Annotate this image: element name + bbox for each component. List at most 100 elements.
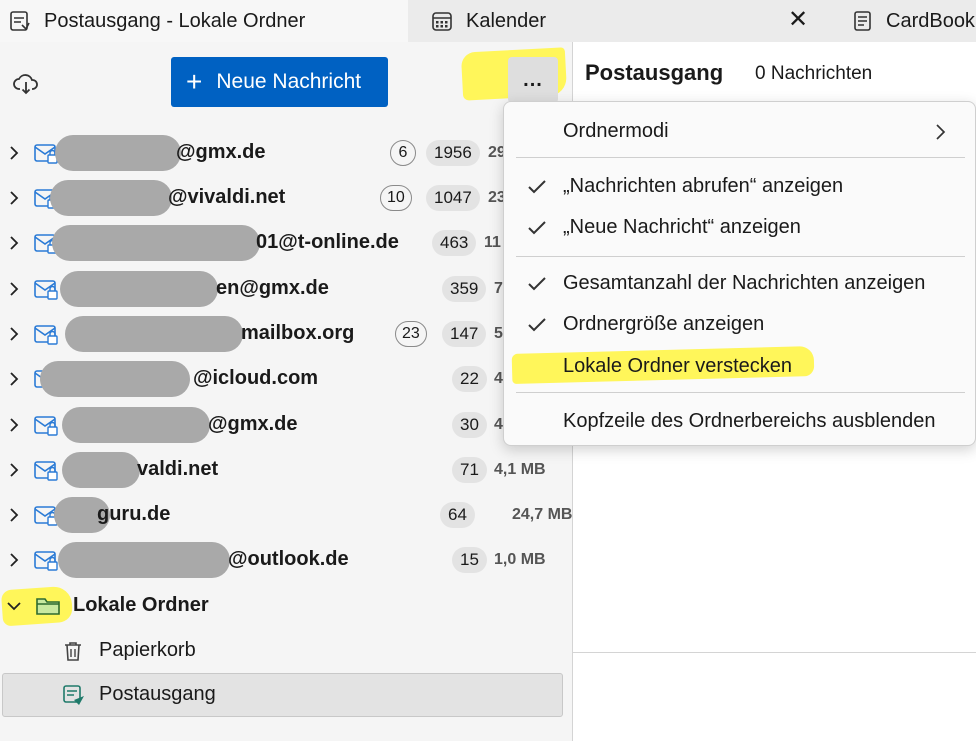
mail-account-icon — [34, 550, 60, 572]
total-count-badge: 463 — [432, 230, 477, 256]
chevron-right-icon[interactable] — [6, 371, 22, 387]
folder-size: 1,0 MB — [494, 551, 546, 568]
chevron-right-icon[interactable] — [6, 417, 22, 433]
chevron-right-icon[interactable] — [6, 145, 22, 161]
folder-label: Papierkorb — [99, 639, 196, 661]
get-messages-button[interactable] — [12, 70, 40, 98]
menu-item-ordnermodi[interactable]: Ordnermodi — [504, 112, 976, 152]
mail-account-icon — [34, 279, 60, 301]
total-count-badge: 1047 — [426, 185, 480, 211]
menu-item-label: Lokale Ordner verstecken — [563, 355, 793, 377]
menu-item-show-new-message[interactable]: „Neue Nachricht“ anzeigen — [504, 208, 976, 248]
total-count-badge: 71 — [452, 457, 487, 483]
chevron-right-icon[interactable] — [6, 190, 22, 206]
folder-size: 5 — [494, 325, 503, 342]
new-message-button[interactable]: + Neue Nachricht — [171, 57, 388, 107]
menu-item-label: Ordnergröße anzeigen — [563, 313, 765, 335]
account-name: @vivaldi.net — [168, 186, 286, 208]
folder-pane-options-menu: Ordnermodi „Nachrichten abrufen“ anzeige… — [503, 101, 976, 446]
mail-account-icon — [34, 460, 60, 482]
total-count-badge: 15 — [452, 547, 487, 573]
local-folders-row[interactable]: Lokale Ordner — [0, 583, 573, 628]
redacted-area — [55, 135, 181, 171]
checkmark-icon — [526, 273, 548, 295]
folder-header-count: 0 Nachrichten — [755, 63, 873, 84]
unread-count-badge: 10 — [380, 185, 412, 211]
chevron-right-icon[interactable] — [6, 235, 22, 251]
tab-bar: Postausgang - Lokale Ordner Kalender ✕ C… — [0, 0, 976, 42]
folder-pane-menu-button[interactable]: ... — [508, 57, 558, 103]
folder-size: 4 — [494, 416, 503, 433]
account-name: 01@t-online.de — [256, 231, 399, 253]
outbox-icon — [62, 684, 84, 706]
menu-item-show-total-count[interactable]: Gesamtanzahl der Nachrichten anzeigen — [504, 264, 976, 304]
chevron-right-icon[interactable] — [6, 552, 22, 568]
account-row[interactable]: guru.de 64 24,7 MB — [0, 493, 573, 538]
addressbook-icon — [850, 9, 874, 33]
total-count-badge: 147 — [442, 321, 487, 347]
menu-item-label: Kopfzeile des Ordnerbereichs ausblenden — [563, 410, 936, 432]
new-message-label: Neue Nachricht — [216, 70, 362, 93]
account-row[interactable]: mailbox.org 23 147 5 — [0, 312, 573, 357]
checkmark-icon — [526, 314, 548, 336]
folder-header-title: Postausgang — [585, 60, 724, 85]
redacted-area — [65, 316, 243, 352]
redacted-area — [52, 225, 260, 261]
account-name: @icloud.com — [193, 367, 319, 389]
redacted-area — [62, 407, 210, 443]
menu-item-label: Gesamtanzahl der Nachrichten anzeigen — [563, 272, 926, 294]
menu-item-show-get-messages[interactable]: „Nachrichten abrufen“ anzeigen — [504, 167, 976, 207]
account-name: en@gmx.de — [216, 277, 329, 299]
account-name: guru.de — [97, 503, 171, 525]
account-row[interactable]: en@gmx.de 359 7 — [0, 267, 573, 312]
outbox-icon — [8, 9, 32, 33]
folder-label: Postausgang — [99, 683, 216, 705]
close-icon[interactable]: ✕ — [786, 4, 810, 34]
total-count-badge: 359 — [442, 276, 487, 302]
account-name: @outlook.de — [228, 548, 349, 570]
redacted-area — [40, 361, 190, 397]
menu-item-hide-pane-header[interactable]: Kopfzeile des Ordnerbereichs ausblenden — [504, 402, 976, 442]
menu-item-label: „Neue Nachricht“ anzeigen — [563, 216, 801, 238]
menu-item-show-folder-size[interactable]: Ordnergröße anzeigen — [504, 305, 976, 345]
chevron-right-icon[interactable] — [6, 281, 22, 297]
checkmark-icon — [526, 217, 548, 239]
account-row[interactable]: @outlook.de 15 1,0 MB — [0, 538, 573, 583]
folder-size: 11 — [484, 234, 501, 251]
divider — [573, 652, 976, 653]
folder-size: 4,1 MB — [494, 461, 546, 478]
account-row[interactable]: valdi.net 71 4,1 MB — [0, 448, 573, 493]
unread-count-badge: 6 — [390, 140, 416, 166]
tab-cardbook[interactable]: CardBook — [842, 0, 976, 42]
folder-size: 4 — [494, 370, 503, 387]
menu-separator — [516, 392, 965, 393]
account-row[interactable]: @gmx.de 6 1956 29 — [0, 131, 573, 176]
redacted-area — [58, 542, 230, 578]
total-count-badge: 1956 — [426, 140, 480, 166]
mail-account-icon — [34, 415, 60, 437]
folder-row-papierkorb[interactable]: Papierkorb — [0, 629, 573, 674]
local-folders-label: Lokale Ordner — [73, 594, 209, 616]
chevron-right-icon[interactable] — [6, 326, 22, 342]
tab-kalender[interactable]: Kalender — [422, 0, 822, 42]
account-name: @gmx.de — [208, 413, 298, 435]
account-row[interactable]: @vivaldi.net 10 1047 23 — [0, 176, 573, 221]
tab-label: CardBook — [886, 9, 975, 32]
chevron-right-icon[interactable] — [6, 462, 22, 478]
tab-label: Kalender — [466, 9, 547, 32]
total-count-badge: 30 — [452, 412, 487, 438]
chevron-down-icon[interactable] — [6, 598, 22, 614]
folder-size: 24,7 MB — [512, 506, 573, 523]
total-count-badge: 64 — [440, 502, 475, 528]
folder-size: 7 — [494, 280, 503, 297]
trash-icon — [62, 640, 84, 662]
menu-item-hide-local-folders[interactable]: Lokale Ordner verstecken — [504, 347, 976, 387]
tab-postausgang[interactable]: Postausgang - Lokale Ordner — [0, 0, 408, 42]
account-row[interactable]: @icloud.com 22 4 — [0, 357, 573, 402]
account-row[interactable]: 01@t-online.de 463 11 — [0, 221, 573, 266]
folder-row-postausgang[interactable]: Postausgang — [0, 673, 573, 718]
account-row[interactable]: @gmx.de 30 4 — [0, 403, 573, 448]
menu-item-label: „Nachrichten abrufen“ anzeigen — [563, 175, 844, 197]
chevron-right-icon[interactable] — [6, 507, 22, 523]
unread-count-badge: 23 — [395, 321, 427, 347]
